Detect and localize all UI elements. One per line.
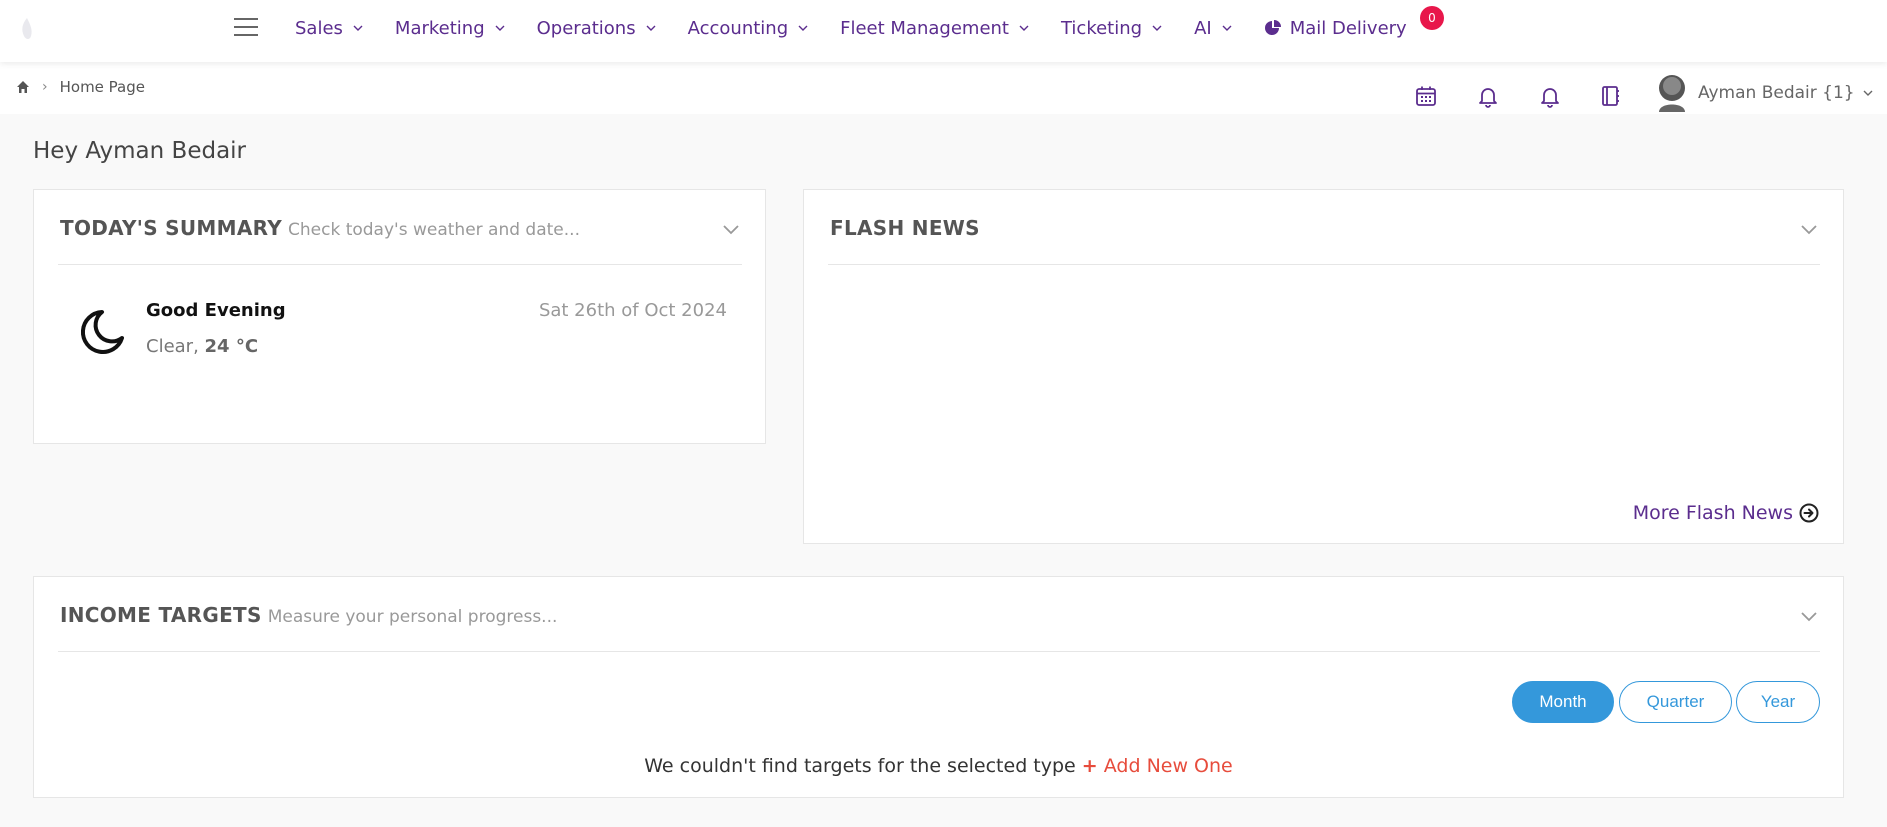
- panel-title: INCOME TARGETS: [60, 603, 262, 627]
- panel-subtitle: Check today's weather and date...: [288, 220, 580, 240]
- nav-item-ticketing[interactable]: Ticketing: [1061, 18, 1162, 39]
- bell-icon[interactable]: [1476, 84, 1500, 108]
- chevron-down-icon: [798, 25, 808, 31]
- nav-item-operations[interactable]: Operations: [537, 18, 656, 39]
- notebook-icon[interactable]: [1598, 84, 1622, 108]
- chevron-down-icon: [353, 25, 363, 31]
- nav-item-accounting[interactable]: Accounting: [688, 18, 809, 39]
- nav-item-label: Sales: [295, 17, 343, 39]
- logo-icon[interactable]: [18, 16, 36, 42]
- home-icon[interactable]: [16, 80, 30, 94]
- more-flash-news-label: More Flash News: [1632, 502, 1793, 524]
- chevron-down-icon[interactable]: [1800, 611, 1818, 623]
- nav-item-label: Fleet Management: [840, 17, 1009, 39]
- top-navbar: Sales Marketing Operations Accounting Fl…: [0, 0, 1887, 62]
- arrow-circle-right-icon: [1799, 503, 1819, 523]
- breadcrumb-current[interactable]: Home Page: [60, 78, 145, 96]
- divider: [58, 651, 1820, 652]
- nav-item-label: AI: [1194, 17, 1212, 39]
- chevron-down-icon: [1019, 25, 1029, 31]
- weather-status: Clear, 24 °C: [146, 336, 258, 357]
- salutation: Good Evening: [146, 300, 286, 321]
- panel-header: FLASH NEWS: [830, 216, 980, 240]
- nav-item-sales[interactable]: Sales: [295, 18, 363, 39]
- todays-summary-panel: TODAY'S SUMMARY Check today's weather an…: [33, 189, 766, 444]
- add-new-target-link[interactable]: + Add New One: [1082, 755, 1233, 777]
- plus-icon: +: [1081, 755, 1098, 777]
- nav-item-fleet-management[interactable]: Fleet Management: [840, 18, 1029, 39]
- divider: [58, 264, 742, 265]
- panel-title: FLASH NEWS: [830, 216, 980, 240]
- nav-item-label: Marketing: [394, 17, 485, 39]
- nav-item-ai[interactable]: AI: [1194, 18, 1232, 39]
- chevron-down-icon: [646, 25, 656, 31]
- period-month-button[interactable]: Month: [1512, 681, 1614, 723]
- page-greeting: Hey Ayman Bedair: [33, 138, 247, 164]
- income-targets-panel: INCOME TARGETS Measure your personal pro…: [33, 576, 1844, 798]
- today-date: Sat 26th of Oct 2024: [538, 300, 727, 321]
- period-quarter-button[interactable]: Quarter: [1619, 681, 1732, 723]
- panel-header: INCOME TARGETS Measure your personal pro…: [60, 603, 557, 627]
- panel-subtitle: Measure your personal progress...: [267, 607, 558, 627]
- flash-news-panel: FLASH NEWS More Flash News: [803, 189, 1844, 544]
- bell-icon[interactable]: [1538, 84, 1562, 108]
- weather-condition: Clear,: [146, 336, 205, 357]
- avatar: [1659, 75, 1685, 112]
- chevron-down-icon: [495, 25, 505, 31]
- divider: [828, 264, 1820, 265]
- menu-toggle-button[interactable]: [234, 18, 258, 38]
- main-nav: Sales Marketing Operations Accounting Fl…: [295, 0, 1407, 56]
- breadcrumb: › Home Page: [16, 78, 145, 96]
- chevron-down-icon: [1863, 90, 1873, 96]
- pie-chart-icon: [1264, 20, 1281, 35]
- moon-icon: [80, 310, 124, 354]
- chevron-down-icon: [1152, 25, 1162, 31]
- user-name: Ayman Bedair {1}: [1698, 83, 1855, 103]
- weather-temperature: 24 °C: [204, 336, 259, 357]
- nav-item-label: Accounting: [687, 17, 789, 39]
- nav-item-marketing[interactable]: Marketing: [395, 18, 505, 39]
- nav-item-label: Mail Delivery: [1289, 17, 1407, 39]
- user-menu[interactable]: Ayman Bedair {1}: [1656, 74, 1873, 112]
- chevron-down-icon[interactable]: [1800, 224, 1818, 236]
- empty-state-text: We couldn't find targets for the selecte…: [644, 755, 1076, 777]
- chevron-down-icon[interactable]: [722, 224, 740, 236]
- panel-title: TODAY'S SUMMARY: [60, 216, 282, 240]
- chevron-right-icon: ›: [42, 79, 48, 95]
- panel-header: TODAY'S SUMMARY Check today's weather an…: [60, 216, 580, 240]
- notification-count-badge: 0: [1420, 6, 1444, 30]
- period-year-button[interactable]: Year: [1736, 681, 1820, 723]
- nav-item-mail-delivery[interactable]: Mail Delivery: [1264, 18, 1407, 39]
- nav-item-label: Ticketing: [1060, 17, 1143, 39]
- add-new-label: Add New One: [1103, 755, 1233, 777]
- nav-item-label: Operations: [536, 17, 636, 39]
- more-flash-news-link[interactable]: More Flash News: [1633, 502, 1819, 524]
- chevron-down-icon: [1222, 25, 1232, 31]
- empty-state-message: We couldn't find targets for the selecte…: [34, 755, 1843, 777]
- calendar-icon[interactable]: [1414, 84, 1438, 108]
